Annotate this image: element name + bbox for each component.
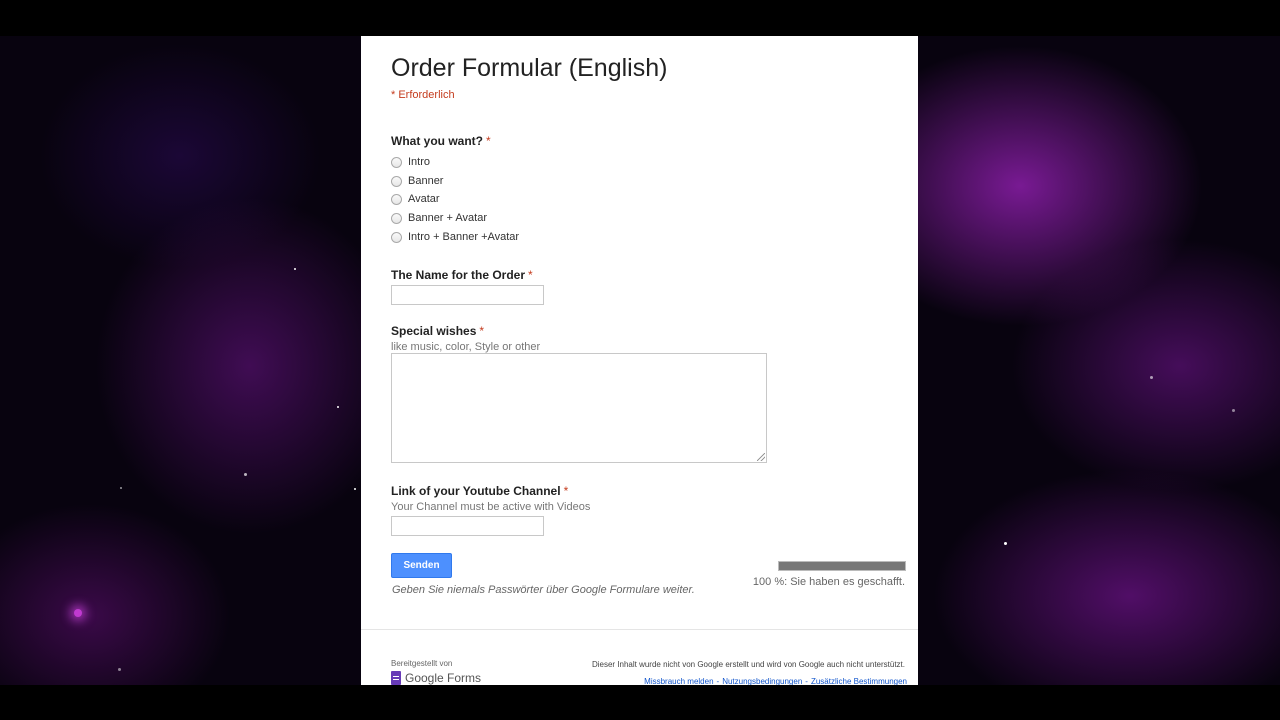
glow-star <box>74 609 82 617</box>
special-wishes-textarea[interactable] <box>391 353 767 463</box>
order-name-input[interactable] <box>391 285 544 305</box>
radio-option-banner-avatar[interactable]: Banner + Avatar <box>391 210 487 226</box>
radio-option-label: Avatar <box>408 193 440 205</box>
footer-divider <box>361 629 918 630</box>
terms-link[interactable]: Nutzungsbedingungen <box>722 677 802 685</box>
star <box>1232 409 1235 412</box>
star <box>1150 376 1153 379</box>
radio-button[interactable] <box>391 193 402 205</box>
footer-links: Missbrauch melden - Nutzungsbedingungen - Zu… <box>644 677 907 685</box>
progress-text: 100 %: Sie haben es geschafft. <box>752 576 905 588</box>
password-warning: Geben Sie niemals Passwörter über Google… <box>392 584 695 596</box>
question-order-name-label: The Name for the Order * <box>391 268 533 282</box>
star <box>120 487 122 489</box>
star <box>337 406 339 408</box>
special-wishes-help-text: like music, color, Style or other <box>391 341 541 353</box>
form-title: Order Formular (English) <box>391 54 668 82</box>
question-youtube-link-label: Link of your Youtube Channel * <box>391 484 568 498</box>
star <box>354 488 356 490</box>
google-forms-icon <box>391 671 401 685</box>
video-letterbox-top <box>0 0 1280 36</box>
radio-option-label: Intro + Banner +Avatar <box>408 231 520 243</box>
link-separator: - <box>805 677 808 685</box>
progress-bar <box>778 561 906 571</box>
google-forms-logo[interactable]: Google Forms <box>391 671 481 685</box>
radio-option-avatar[interactable]: Avatar <box>391 191 440 207</box>
radio-option-label: Intro <box>408 156 431 168</box>
radio-button[interactable] <box>391 231 402 243</box>
google-forms-logo-text: Google Forms <box>405 671 482 685</box>
question-label-text: Special wishes <box>391 324 477 338</box>
radio-button[interactable] <box>391 175 402 187</box>
radio-button[interactable] <box>391 212 402 224</box>
video-letterbox-bottom <box>0 685 1280 720</box>
youtube-link-help-text: Your Channel must be active with Videos <box>391 501 591 513</box>
question-label-text: Link of your Youtube Channel <box>391 484 561 498</box>
star <box>1004 542 1007 545</box>
required-asterisk: * <box>563 484 569 498</box>
radio-option-banner[interactable]: Banner <box>391 173 443 189</box>
google-disclaimer: Dieser Inhalt wurde nicht von Google ers… <box>591 660 905 669</box>
star <box>244 473 247 476</box>
radio-option-label: Banner + Avatar <box>408 212 487 224</box>
form-card: Order Formular (English) * Erforderlich … <box>361 36 918 685</box>
question-label-text: The Name for the Order <box>391 268 526 282</box>
radio-option-intro[interactable]: Intro <box>391 154 430 170</box>
progress-bar-fill <box>779 562 905 570</box>
question-label-text: What you want? <box>391 134 483 148</box>
radio-option-intro-banner-avatar[interactable]: Intro + Banner +Avatar <box>391 229 519 245</box>
additional-terms-link[interactable]: Zusätzliche Bestimmungen <box>811 677 907 685</box>
resize-grip-icon[interactable] <box>757 453 765 461</box>
question-special-wishes-label: Special wishes * <box>391 324 484 338</box>
radio-button[interactable] <box>391 156 402 168</box>
report-abuse-link[interactable]: Missbrauch melden <box>644 677 713 685</box>
required-asterisk: * <box>528 268 533 282</box>
radio-option-label: Banner <box>408 175 444 187</box>
required-asterisk: * <box>479 324 485 338</box>
question-what-you-want-label: What you want? * <box>391 134 491 148</box>
star <box>118 668 121 671</box>
required-asterisk: * <box>486 134 491 148</box>
youtube-link-input[interactable] <box>391 516 544 536</box>
submit-button[interactable]: Senden <box>391 553 452 578</box>
required-note: * Erforderlich <box>391 89 455 101</box>
link-separator: - <box>716 677 720 685</box>
star <box>294 268 296 270</box>
powered-by-label: Bereitgestellt von <box>391 659 453 668</box>
